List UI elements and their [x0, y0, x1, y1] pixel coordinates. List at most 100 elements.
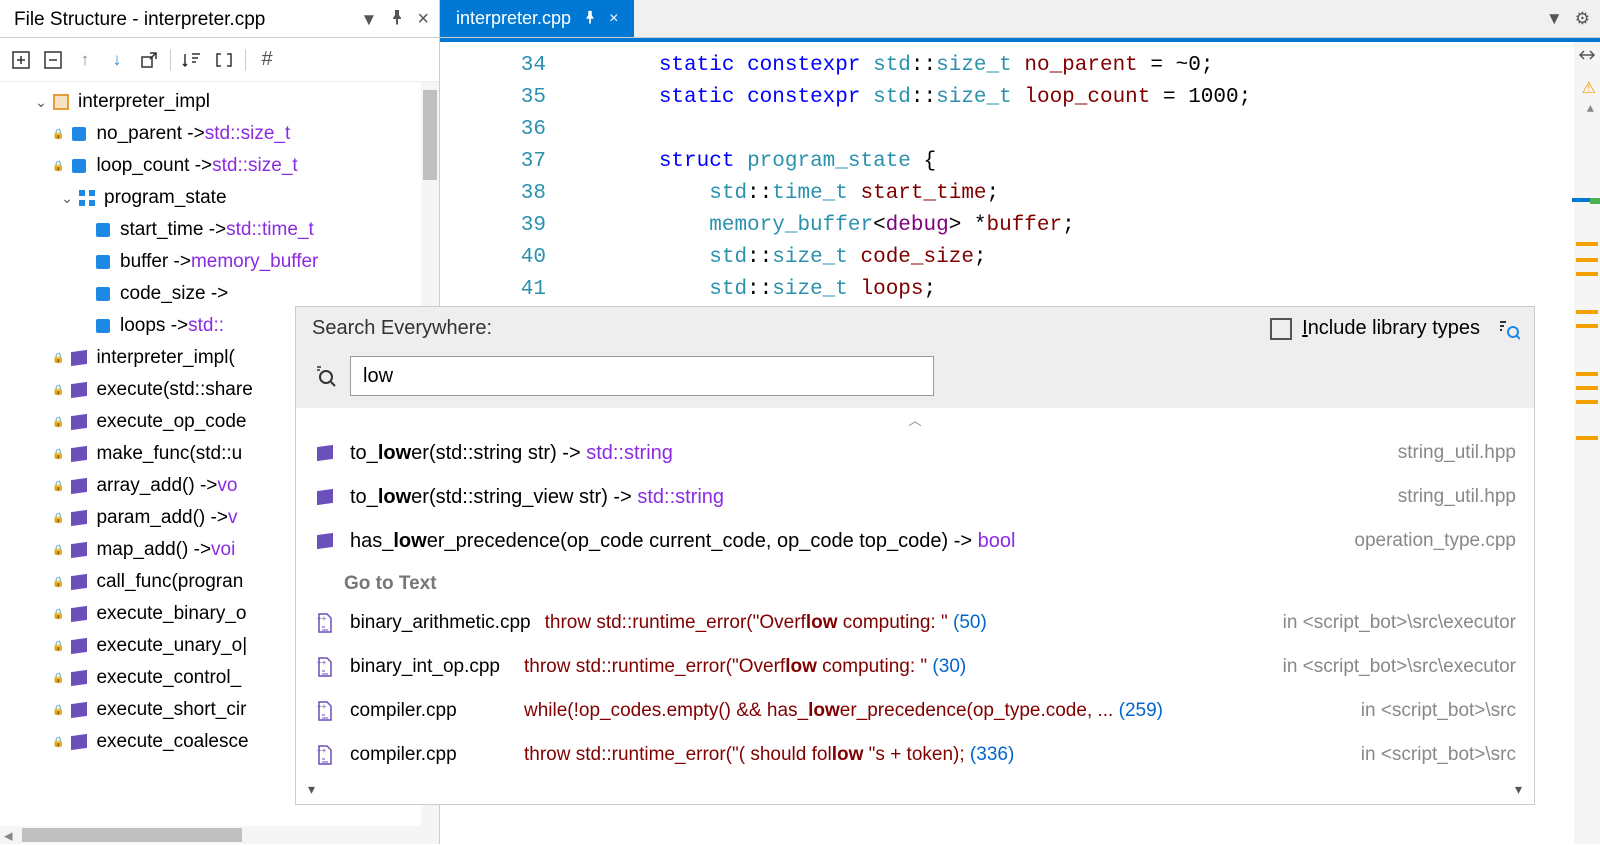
- field-icon: [68, 123, 90, 145]
- tree-field[interactable]: buffer -> memory_buffer: [8, 246, 439, 278]
- method-icon: [68, 507, 90, 529]
- struct-icon: [76, 187, 98, 209]
- method-icon: [68, 699, 90, 721]
- collapse-all-icon[interactable]: [42, 49, 64, 71]
- result-file: operation_type.cpp: [1354, 530, 1516, 552]
- warning-icon[interactable]: ⚠: [1582, 78, 1596, 98]
- method-icon: [68, 475, 90, 497]
- lock-icon: 🔒: [52, 449, 64, 460]
- chevron-down-icon[interactable]: ⌄: [58, 190, 76, 207]
- file-structure-header: File Structure - interpreter.cpp ▼ ×: [0, 0, 439, 38]
- chevron-down-icon[interactable]: ⌄: [32, 94, 50, 111]
- search-input[interactable]: [350, 356, 934, 396]
- dropdown-icon[interactable]: ▼: [1546, 9, 1563, 29]
- text-result[interactable]: ++ binary_arithmetic.cpp throw std::runt…: [296, 601, 1534, 645]
- lock-icon: 🔒: [52, 545, 64, 556]
- tree-field[interactable]: 🔒 no_parent -> std::size_t: [8, 118, 439, 150]
- search-input-row: [296, 350, 1534, 408]
- method-icon: [68, 571, 90, 593]
- lock-icon: 🔒: [52, 129, 64, 140]
- tree-field[interactable]: start_time -> std::time_t: [8, 214, 439, 246]
- file-icon: ++: [314, 744, 336, 766]
- group-icon[interactable]: [213, 49, 235, 71]
- expand-down-icon[interactable]: ▾: [1515, 781, 1522, 798]
- method-icon: [68, 603, 90, 625]
- text-result[interactable]: ++ compiler.cpp throw std::runtime_error…: [296, 733, 1534, 777]
- method-icon: [68, 379, 90, 401]
- method-icon: [68, 635, 90, 657]
- tree-field[interactable]: code_size ->: [8, 278, 439, 310]
- field-icon: [68, 155, 90, 177]
- lock-icon: 🔒: [52, 417, 64, 428]
- field-icon: [92, 219, 114, 241]
- go-to-text-header: Go to Text: [296, 563, 1534, 601]
- lock-icon: 🔒: [52, 609, 64, 620]
- nav-up-icon[interactable]: ↑: [74, 49, 96, 71]
- split-icon[interactable]: [1578, 46, 1596, 64]
- nav-down-icon[interactable]: ↓: [106, 49, 128, 71]
- sort-icon[interactable]: [181, 49, 203, 71]
- expand-all-icon[interactable]: [10, 49, 32, 71]
- svg-text:++: ++: [317, 746, 327, 755]
- close-icon[interactable]: ×: [417, 8, 429, 31]
- svg-text:++: ++: [317, 614, 327, 623]
- lock-icon: 🔒: [52, 673, 64, 684]
- tree-root[interactable]: ⌄ interpreter_impl: [8, 86, 439, 118]
- pin-icon[interactable]: [389, 9, 405, 30]
- field-icon: [92, 251, 114, 273]
- lock-icon: 🔒: [52, 161, 64, 172]
- gear-icon[interactable]: ⚙: [1575, 9, 1590, 29]
- svg-text:++: ++: [317, 658, 327, 667]
- checkbox-icon[interactable]: [1270, 318, 1292, 340]
- lock-icon: 🔒: [52, 513, 64, 524]
- search-everywhere-popup: Search Everywhere: Include library types…: [296, 307, 1534, 804]
- result-file: string_util.hpp: [1398, 442, 1516, 464]
- lock-icon: 🔒: [52, 641, 64, 652]
- file-structure-toolbar: ↑ ↓ #: [0, 38, 439, 82]
- lock-icon: 🔒: [52, 705, 64, 716]
- method-icon: [68, 347, 90, 369]
- method-icon: [314, 486, 336, 508]
- method-icon: [314, 442, 336, 464]
- search-result[interactable]: to_lower(std::string_view str) -> std::s…: [296, 475, 1534, 519]
- expand-up-icon[interactable]: ︿: [296, 408, 1534, 431]
- method-icon: [68, 443, 90, 465]
- search-header: Search Everywhere: Include library types: [296, 307, 1534, 350]
- method-icon: [314, 530, 336, 552]
- method-icon: [68, 667, 90, 689]
- close-icon[interactable]: ×: [609, 10, 618, 28]
- lock-icon: 🔒: [52, 481, 64, 492]
- search-result[interactable]: to_lower(std::string str) -> std::string…: [296, 431, 1534, 475]
- filter-icon[interactable]: [1498, 319, 1518, 339]
- file-icon: ++: [314, 656, 336, 678]
- tab-label: interpreter.cpp: [456, 8, 571, 29]
- dropdown-icon[interactable]: ▼: [360, 10, 377, 30]
- text-result[interactable]: ++ compiler.cpp while(!op_codes.empty() …: [296, 689, 1534, 733]
- search-title: Search Everywhere:: [312, 317, 492, 340]
- lock-icon: 🔒: [52, 577, 64, 588]
- scroll-up-icon[interactable]: ▲: [1587, 102, 1594, 116]
- hash-icon[interactable]: #: [256, 49, 278, 71]
- lock-icon: 🔒: [52, 737, 64, 748]
- pin-icon[interactable]: [583, 8, 597, 29]
- horizontal-scrollbar[interactable]: ◂: [0, 826, 439, 844]
- text-result[interactable]: ++ binary_int_op.cpp throw std::runtime_…: [296, 645, 1534, 689]
- svg-text:++: ++: [317, 702, 327, 711]
- tree-field[interactable]: 🔒 loop_count -> std::size_t: [8, 150, 439, 182]
- export-icon[interactable]: [138, 49, 160, 71]
- method-icon: [68, 411, 90, 433]
- file-icon: ++: [314, 700, 336, 722]
- result-file: string_util.hpp: [1398, 486, 1516, 508]
- lock-icon: 🔒: [52, 353, 64, 364]
- file-structure-title: File Structure - interpreter.cpp: [14, 9, 360, 31]
- include-library-checkbox[interactable]: Include library types: [1270, 317, 1480, 340]
- search-icon: [312, 363, 338, 389]
- tab-interpreter[interactable]: interpreter.cpp ×: [440, 0, 634, 37]
- file-icon: ++: [314, 612, 336, 634]
- class-icon: [50, 91, 72, 113]
- marker-bar[interactable]: ⚠ ▲: [1574, 42, 1600, 844]
- expand-down-icon[interactable]: ▾: [308, 781, 315, 798]
- search-result[interactable]: has_lower_precedence(op_code current_cod…: [296, 519, 1534, 563]
- tree-struct[interactable]: ⌄ program_state: [8, 182, 439, 214]
- method-icon: [68, 539, 90, 561]
